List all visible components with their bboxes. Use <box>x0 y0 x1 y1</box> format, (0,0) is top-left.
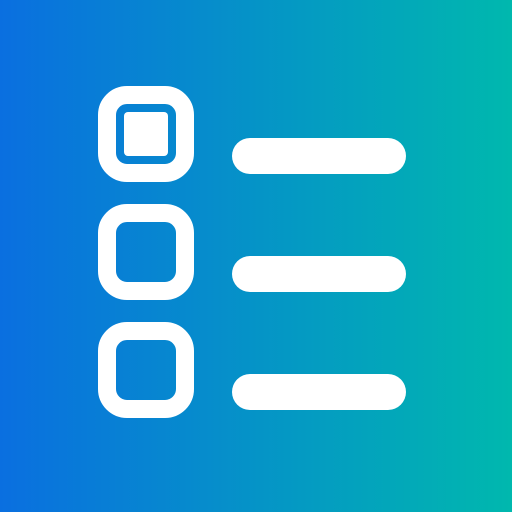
list-line-icon <box>232 256 406 292</box>
checkbox-fill-icon <box>124 112 168 156</box>
list-line-icon <box>232 138 406 174</box>
checklist-icon <box>0 0 512 512</box>
list-line-icon <box>232 374 406 410</box>
app-icon <box>0 0 512 512</box>
